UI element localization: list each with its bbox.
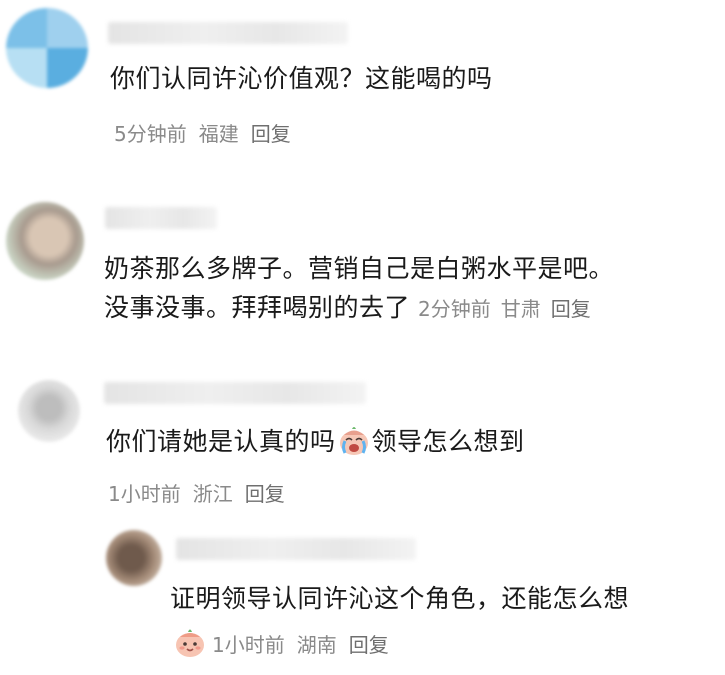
reply-meta: 1小时前 湖南 回复: [172, 628, 401, 658]
comment-time: 1小时前: [108, 482, 181, 506]
comment-text-line-1: 奶茶那么多牌子。营销自己是白粥水平是吧。: [104, 254, 615, 283]
comment-meta: 1小时前 浙江 回复: [108, 478, 297, 507]
comment-text-line-2: 没事没事。拜拜喝别的去了 2分钟前 甘肃 回复: [104, 289, 601, 328]
username-blurred[interactable]: [104, 382, 366, 404]
comment-location: 福建: [198, 122, 239, 146]
comment-text-before: 你们请她是认真的吗: [106, 427, 336, 456]
reply-text: 证明领导认同许沁这个角色，还能怎么想: [170, 584, 630, 613]
reply-location: 湖南: [296, 633, 337, 657]
reply-time: 1小时前: [212, 633, 285, 657]
avatar[interactable]: [106, 530, 162, 586]
comment-text: 你们请她是认真的吗 领导怎么想到: [106, 423, 525, 461]
comment-text-after: 领导怎么想到: [371, 427, 525, 456]
comment-time: 5分钟前: [114, 122, 187, 146]
avatar[interactable]: [6, 8, 88, 88]
comment-location: 浙江: [192, 482, 233, 506]
comment-meta: 5分钟前 福建 回复: [114, 118, 303, 147]
username-blurred[interactable]: [108, 22, 348, 44]
comment-text-line-2-body: 没事没事。拜拜喝别的去了: [104, 293, 411, 322]
avatar[interactable]: [18, 380, 80, 442]
reply-button[interactable]: 回复: [349, 633, 389, 657]
comment-text: 你们认同许沁价值观？这能喝的吗: [110, 64, 493, 93]
peach-face-emoji-icon: [176, 629, 204, 657]
username-blurred[interactable]: [176, 538, 416, 560]
comment-meta: 2分钟前 甘肃 回复: [418, 297, 601, 321]
reply-button[interactable]: 回复: [551, 297, 591, 321]
comment-time: 2分钟前: [418, 297, 491, 321]
comment-location: 甘肃: [500, 297, 541, 321]
reply-button[interactable]: 回复: [251, 122, 291, 146]
username-blurred[interactable]: [105, 207, 217, 229]
reply-button[interactable]: 回复: [245, 482, 285, 506]
crying-face-emoji-icon: [339, 427, 368, 455]
avatar[interactable]: [6, 202, 84, 280]
